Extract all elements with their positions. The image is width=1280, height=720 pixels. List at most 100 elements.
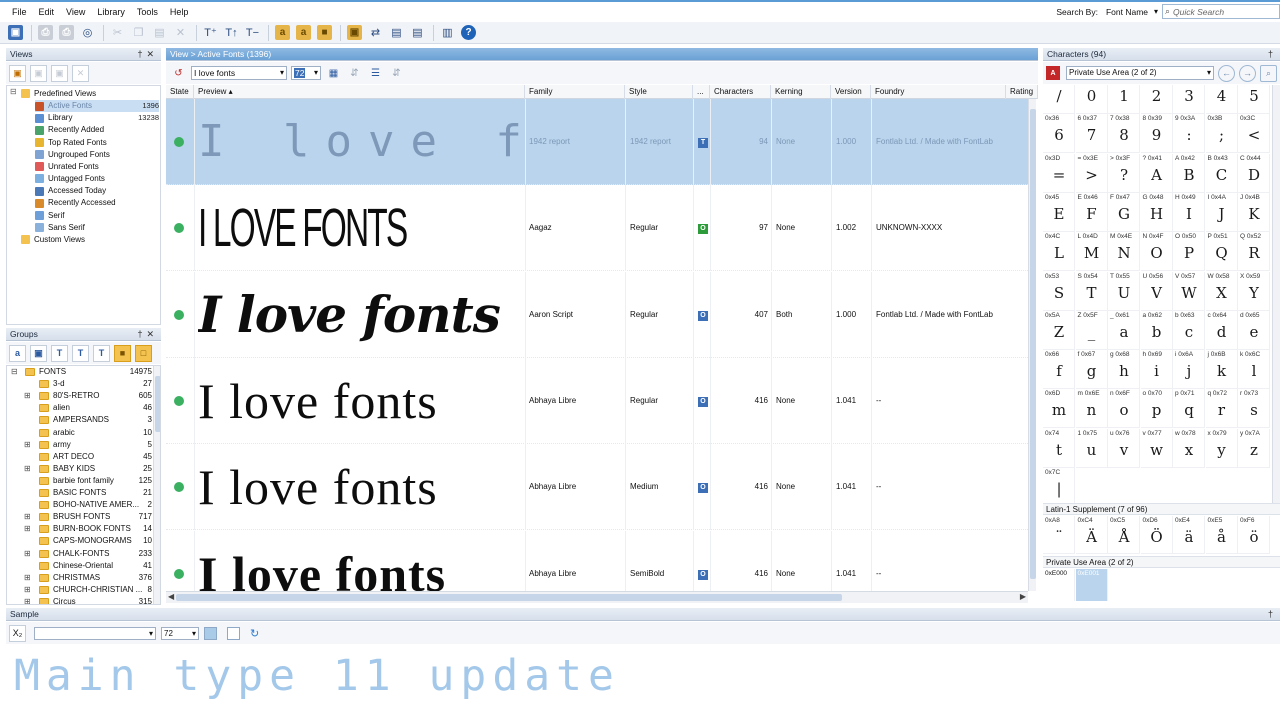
sort-icon[interactable]: ⇵: [346, 65, 363, 82]
expand-icon[interactable]: ⊞: [24, 523, 32, 535]
character-cell[interactable]: 0xE5 å: [1205, 516, 1238, 554]
column-header[interactable]: Characters: [710, 85, 771, 99]
view-item[interactable]: Recently Added: [35, 124, 159, 136]
font-list-vscroll[interactable]: [1028, 99, 1036, 591]
character-cell[interactable]: 7 0x38 8: [1108, 114, 1140, 154]
search-field-select[interactable]: Font Name: [1102, 7, 1158, 17]
group-item[interactable]: ⊞ BABY KIDS 25: [7, 463, 152, 475]
character-cell[interactable]: 0xC5 Å: [1108, 516, 1140, 554]
character-cell[interactable]: I 0x4A J: [1205, 192, 1238, 232]
group-item[interactable]: ⊞ CHURCH-CHRISTIAN ... 8: [7, 584, 152, 596]
character-cell[interactable]: 4: [1205, 85, 1238, 114]
character-cell[interactable]: 6 0x37 7: [1075, 114, 1108, 154]
folder-icon[interactable]: ■: [114, 344, 131, 362]
font-row[interactable]: I love f 1942 report 1942 report T 94 None 1.0…: [166, 99, 1028, 185]
character-cell[interactable]: C 0x44 D: [1238, 153, 1270, 193]
character-cell[interactable]: H 0x49 I: [1173, 192, 1205, 232]
group-item[interactable]: ⊞ CHRISTMAS 376: [7, 572, 152, 584]
sync-icon[interactable]: ⇄: [366, 23, 385, 42]
group-item[interactable]: barbie font family 125: [7, 475, 152, 487]
group-item[interactable]: ⊞ army 5: [7, 439, 152, 451]
view-item[interactable]: Predefined Views: [21, 88, 159, 100]
character-cell[interactable]: q 0x72 r: [1205, 389, 1238, 429]
expand-icon[interactable]: ⊞: [24, 511, 32, 523]
group-item[interactable]: alien 46: [7, 402, 152, 414]
character-cell[interactable]: 0xD6 Ö: [1140, 516, 1173, 554]
character-cell[interactable]: y 0x7A z: [1238, 428, 1270, 468]
character-cell[interactable]: J 0x4B K: [1238, 192, 1270, 232]
character-cell[interactable]: M 0x4E N: [1108, 232, 1140, 272]
help-icon[interactable]: ?: [459, 23, 478, 42]
zoom-icon[interactable]: ⌕: [1260, 64, 1277, 82]
character-cell[interactable]: 0xA8 ¨: [1043, 516, 1075, 554]
view-item[interactable]: Top Rated Fonts: [35, 137, 159, 149]
characters-vscroll[interactable]: [1272, 85, 1280, 503]
list-view-icon[interactable]: ☰: [367, 65, 384, 82]
font-row[interactable]: I love fonts Abhaya Libre SemiBold O 416 None…: [166, 530, 1028, 591]
column-header[interactable]: Style: [625, 85, 693, 99]
group-item[interactable]: Chinese-Oriental 41: [7, 560, 152, 572]
character-cell[interactable]: A 0x42 B: [1173, 153, 1205, 193]
activate-font-icon[interactable]: T↑: [222, 23, 241, 42]
expand-icon[interactable]: ⊞: [24, 584, 32, 596]
copy-view-icon[interactable]: ▣: [51, 64, 68, 82]
package-icon[interactable]: ▣: [345, 23, 364, 42]
character-cell[interactable]: m 0x6E n: [1075, 389, 1108, 429]
view-item[interactable]: Recently Accessed: [35, 197, 159, 209]
scroll-thumb[interactable]: [155, 376, 160, 432]
delete-view-icon[interactable]: ✕: [72, 64, 89, 82]
group-item[interactable]: ⊞ 80'S-RETRO 605: [7, 390, 152, 402]
column-header[interactable]: Rating: [1006, 85, 1038, 99]
groups-vscroll[interactable]: [153, 366, 160, 604]
character-cell[interactable]: 5: [1238, 85, 1270, 114]
font-row[interactable]: I love fonts Abhaya Libre Regular O 416 None 1…: [166, 357, 1028, 444]
character-cell[interactable]: E 0x46 F: [1075, 192, 1108, 232]
character-cell[interactable]: j 0x6B k: [1205, 350, 1238, 390]
character-cell[interactable]: 0x66 f: [1043, 350, 1075, 390]
view-item[interactable]: Accessed Today: [35, 185, 159, 197]
character-cell[interactable]: 0xE000: [1043, 569, 1075, 601]
font-row[interactable]: I LOVE FONTS Aagaz Regular O 97 None 1.002 UNKN…: [166, 185, 1028, 272]
character-cell[interactable]: 8 0x39 9: [1140, 114, 1173, 154]
character-cell[interactable]: 3: [1173, 85, 1205, 114]
view-item[interactable]: Sans Serif: [35, 222, 159, 234]
character-cell[interactable]: O 0x50 P: [1173, 232, 1205, 272]
new-view-icon[interactable]: ▣: [9, 64, 26, 82]
columns-icon[interactable]: ▦: [325, 65, 342, 82]
character-cell[interactable]: > 0x3F?: [1108, 153, 1140, 193]
character-cell[interactable]: 9 0x3A:: [1173, 114, 1205, 154]
edit-view-icon[interactable]: ▣: [30, 64, 47, 82]
view-item[interactable]: Ungrouped Fonts: [35, 149, 159, 161]
expand-icon[interactable]: ⊞: [24, 596, 32, 604]
expand-icon[interactable]: ⊞: [24, 463, 32, 475]
view-item[interactable]: Serif: [35, 210, 159, 222]
column-header[interactable]: Preview ▴: [194, 85, 525, 99]
character-cell[interactable]: Q 0x52 R: [1238, 232, 1270, 272]
column-header[interactable]: Foundry: [871, 85, 1006, 99]
text-color-swatch[interactable]: [204, 626, 217, 640]
deactivate-font-icon[interactable]: T: [93, 344, 110, 362]
character-cell[interactable]: 0x5A Z: [1043, 310, 1075, 350]
menu-item-view[interactable]: View: [60, 7, 91, 17]
character-cell[interactable]: 0x4C L: [1043, 232, 1075, 272]
subscript-icon[interactable]: X₂: [9, 624, 26, 642]
view-item[interactable]: Library 13238: [35, 112, 159, 124]
quick-search-input[interactable]: ⌕ Quick Search: [1162, 4, 1280, 19]
character-cell[interactable]: T 0x55 U: [1108, 271, 1140, 311]
deactivate-font-icon[interactable]: T−: [243, 23, 262, 42]
character-cell[interactable]: u 0x76 v: [1108, 428, 1140, 468]
character-cell[interactable]: N 0x4F O: [1140, 232, 1173, 272]
expand-icon[interactable]: ⊞: [24, 572, 32, 584]
character-cell[interactable]: 0: [1075, 85, 1108, 114]
group-item[interactable]: ⊞ BRUSH FONTS 717: [7, 511, 152, 523]
character-cell[interactable]: b 0x63 c: [1173, 310, 1205, 350]
scroll-thumb[interactable]: [176, 594, 842, 601]
folder-open-icon[interactable]: □: [135, 344, 152, 362]
character-cell[interactable]: 1: [1108, 85, 1140, 114]
group-item[interactable]: ART DECO 45: [7, 451, 152, 463]
clipboard-icon[interactable]: ▤: [387, 23, 406, 42]
character-cell[interactable]: P 0x51 Q: [1205, 232, 1238, 272]
character-cell[interactable]: Z 0x5F _: [1075, 310, 1108, 350]
print-preview-icon[interactable]: ⎙: [57, 23, 76, 42]
paste-icon[interactable]: ▤: [150, 23, 169, 42]
